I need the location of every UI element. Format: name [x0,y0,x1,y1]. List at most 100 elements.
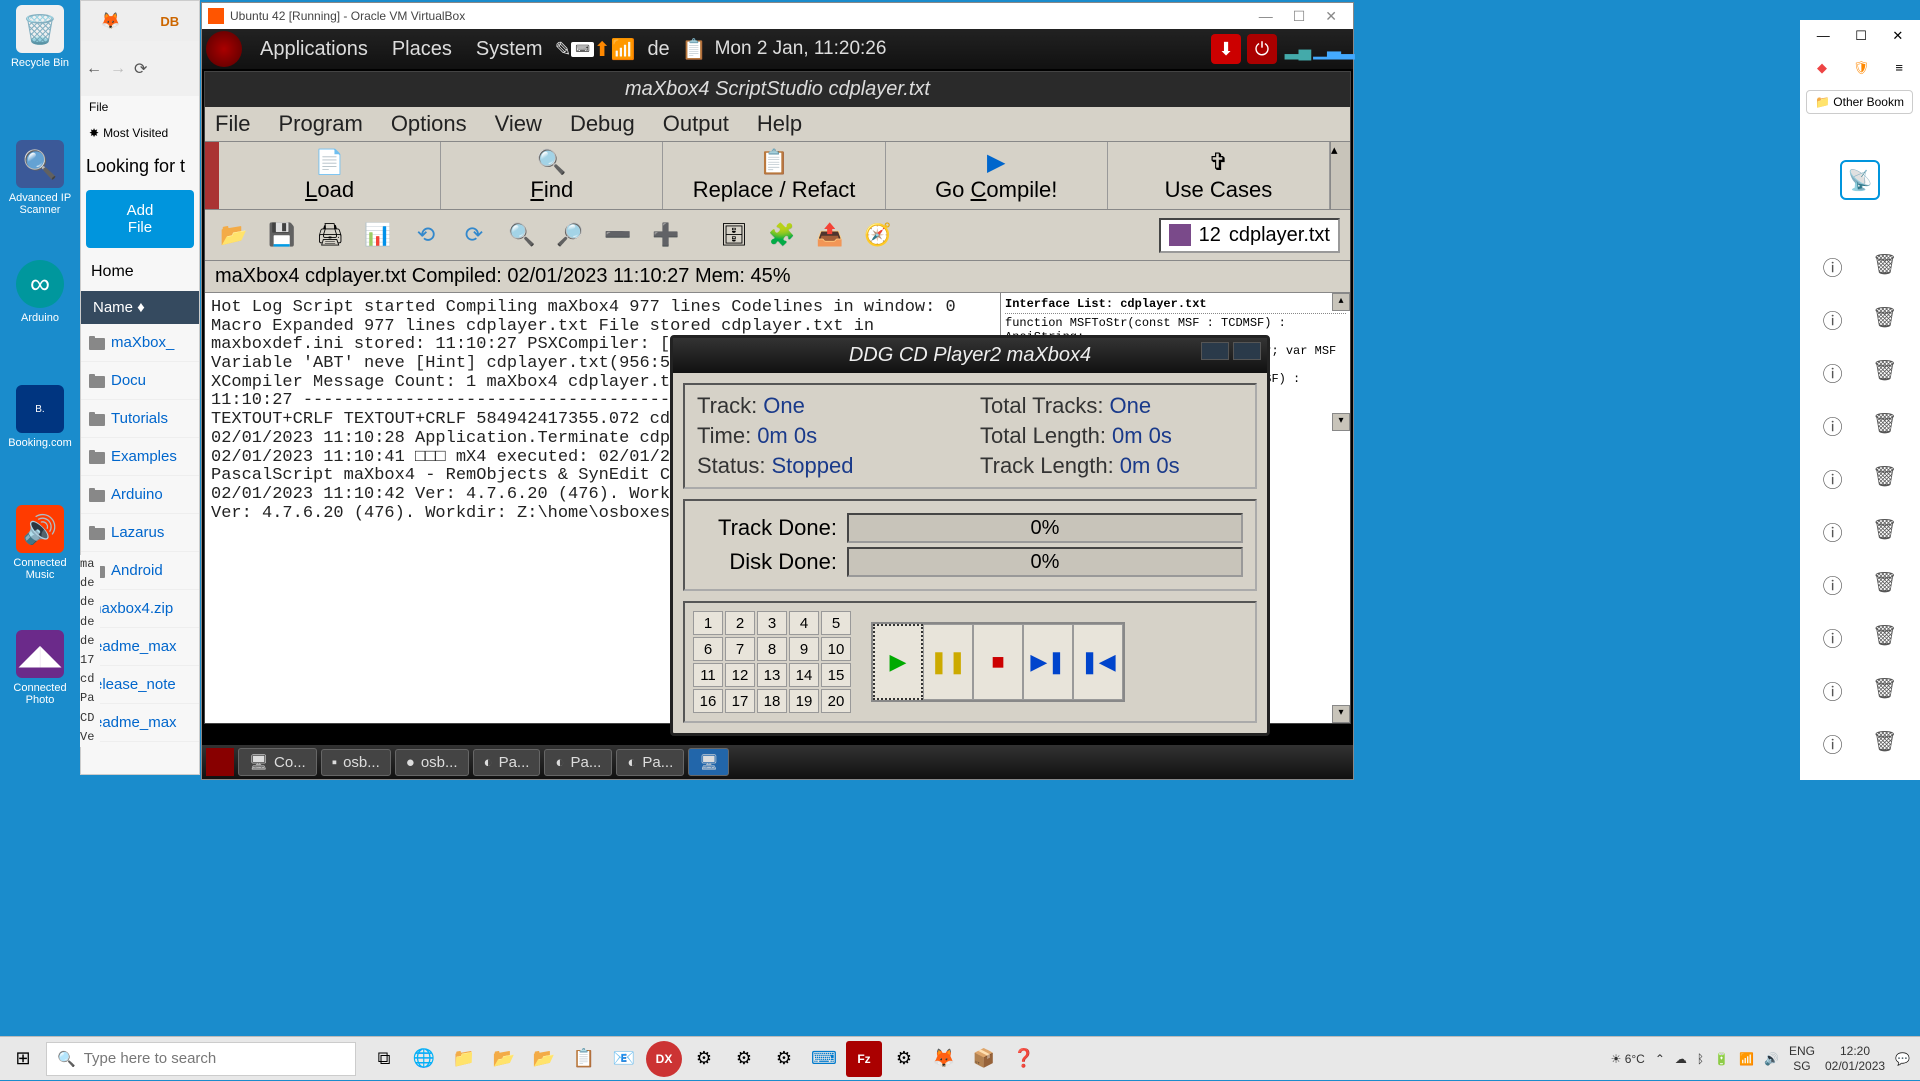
tray-notifications-icon[interactable]: 💬 [1895,1052,1910,1066]
track-button-10[interactable]: 10 [821,637,851,661]
add-file-button[interactable]: Add File [86,190,194,248]
track-button-13[interactable]: 13 [757,663,787,687]
info-icon[interactable]: ⓘ [1823,411,1843,440]
folder3-icon[interactable]: 📂 [526,1041,562,1077]
search-next-icon[interactable]: 🔎 [551,216,589,254]
taskbar-item-1[interactable]: ▪ osb... [321,749,391,776]
refresh2-icon[interactable]: ⟳ [455,216,493,254]
tray-wifi-icon[interactable]: 📶 [1739,1052,1754,1066]
gear2-icon[interactable]: ⚙ [726,1041,762,1077]
track-button-20[interactable]: 20 [821,689,851,713]
taskbar-item-2[interactable]: ● osb... [395,749,469,776]
desktop-icon-advip[interactable]: 🔍Advanced IP Scanner [5,140,75,216]
print-icon[interactable]: 🖨 [311,216,349,254]
edge-icon[interactable]: 🌐 [406,1041,442,1077]
tray-onedrive-icon[interactable]: ☁ [1675,1052,1687,1066]
next-button[interactable]: ▶❚ [1023,624,1073,700]
folder-item[interactable]: Arduino [81,476,199,514]
menu-help[interactable]: Help [757,111,802,137]
panel-keyboard-icon[interactable]: ⌨ [571,42,593,57]
vbox-taskbar-icon[interactable]: 📦 [966,1041,1002,1077]
panel-update-icon[interactable]: ⬆ [594,37,611,62]
menu-view[interactable]: View [495,111,542,137]
rs-max-icon[interactable]: ☐ [1855,28,1867,44]
gear1-icon[interactable]: ⚙ [686,1041,722,1077]
info-icon[interactable]: ⓘ [1823,358,1843,387]
taskbar-item-active[interactable]: 🖥 [688,748,729,776]
trash-icon[interactable]: 🗑 [1872,411,1897,440]
gear4-icon[interactable]: ⚙ [886,1041,922,1077]
panel-download-icon[interactable]: ⬇ [1211,34,1241,64]
tray-clock[interactable]: 12:2002/01/2023 [1825,1044,1885,1073]
shield-icon[interactable]: 🛡 [1853,60,1870,76]
trash-icon[interactable]: 🗑 [1872,517,1897,546]
panel-pencil-icon[interactable]: ✎ [555,37,572,62]
panel-graph-icon[interactable]: ▁▃▂ [1319,34,1349,64]
toolbar-replace-button[interactable]: 📋Replace / Refact [663,142,885,209]
track-button-1[interactable]: 1 [693,611,723,635]
panel-sysmon-icon[interactable]: ▂▄ [1283,34,1313,64]
toolbar-compile-button[interactable]: ▶Go Compile! [886,142,1108,209]
track-button-15[interactable]: 15 [821,663,851,687]
cdplayer-titlebar[interactable]: DDG CD Player2 maXbox4 [673,338,1267,373]
tray-bt-icon[interactable]: ᛒ [1697,1052,1704,1066]
trash-icon[interactable]: 🗑 [1872,623,1897,652]
desktop-icon-connphoto[interactable]: ◢◣Connected Photo [5,630,75,706]
weather-icon[interactable]: ☀ 6°C [1611,1052,1645,1066]
folder-item[interactable]: Docu [81,362,199,400]
other-bookmarks[interactable]: 📁 Other Bookm [1806,90,1913,114]
track-button-14[interactable]: 14 [789,663,819,687]
tray-volume-icon[interactable]: 🔊 [1764,1052,1779,1066]
info-icon[interactable]: ⓘ [1823,570,1843,599]
track-button-9[interactable]: 9 [789,637,819,661]
panel-places[interactable]: Places [380,38,464,61]
track-button-3[interactable]: 3 [757,611,787,635]
nav-fwd-icon[interactable]: → [110,60,126,78]
filezilla-icon[interactable]: Fz [846,1041,882,1077]
track-button-12[interactable]: 12 [725,663,755,687]
rs-min-icon[interactable]: — [1817,28,1830,44]
info-icon[interactable]: ⓘ [1823,676,1843,705]
name-column-header[interactable]: Name ♦ [81,291,199,324]
rs-close-icon[interactable]: ✕ [1892,28,1903,44]
trash-icon[interactable]: 🗑 [1872,305,1897,334]
toolbar-scrollbar[interactable]: ▴ [1330,142,1350,209]
info-icon[interactable]: ⓘ [1823,464,1843,493]
toolbar-load-button[interactable]: 📄Load [219,142,441,209]
prev-button[interactable]: ❚◀ [1073,624,1123,700]
toolbar-find-button[interactable]: 🔍Find [441,142,663,209]
track-button-7[interactable]: 7 [725,637,755,661]
menu-icon[interactable]: ≡ [1895,60,1903,76]
track-button-11[interactable]: 11 [693,663,723,687]
info-icon[interactable]: ⓘ [1823,729,1843,758]
ubuntu-show-desktop[interactable] [206,748,234,776]
dx-icon[interactable]: DX [646,1041,682,1077]
ubuntu-menu-icon[interactable] [206,31,242,67]
rss-icon[interactable]: 📡 [1840,160,1880,200]
track-button-5[interactable]: 5 [821,611,851,635]
pause-button[interactable]: ❚❚ [923,624,973,700]
desktop-icon-connmusic[interactable]: 🔊Connected Music [5,505,75,581]
toolbar-red-arrow[interactable] [205,142,219,209]
panel-system[interactable]: System [464,38,555,61]
nav-back-icon[interactable]: ← [86,60,102,78]
folder2-icon[interactable]: 📂 [486,1041,522,1077]
desktop-icon-booking[interactable]: B.Booking.com [5,385,75,449]
zoom-in-icon[interactable]: ➕ [647,216,685,254]
compass-icon[interactable]: 🧭 [859,216,897,254]
menu-file[interactable]: File [215,111,250,137]
panel-clipboard-icon[interactable]: 📋 [682,37,707,62]
save-icon[interactable]: 💾 [263,216,301,254]
taskbar-item-4[interactable]: ◐ Pa... [544,749,612,776]
vbox-titlebar[interactable]: Ubuntu 42 [Running] - Oracle VM VirtualB… [202,3,1353,29]
open-icon[interactable]: 📂 [215,216,253,254]
folder-item[interactable]: Lazarus [81,514,199,552]
mail-icon[interactable]: 📧 [606,1041,642,1077]
iface-scroll-down[interactable]: ▾ [1332,413,1350,431]
stop-button[interactable]: ■ [973,624,1023,700]
menu-options[interactable]: Options [391,111,467,137]
taskview-icon[interactable]: ⧉ [366,1041,402,1077]
menu-debug[interactable]: Debug [570,111,635,137]
folder-item[interactable]: maXbox_ [81,324,199,362]
track-button-2[interactable]: 2 [725,611,755,635]
